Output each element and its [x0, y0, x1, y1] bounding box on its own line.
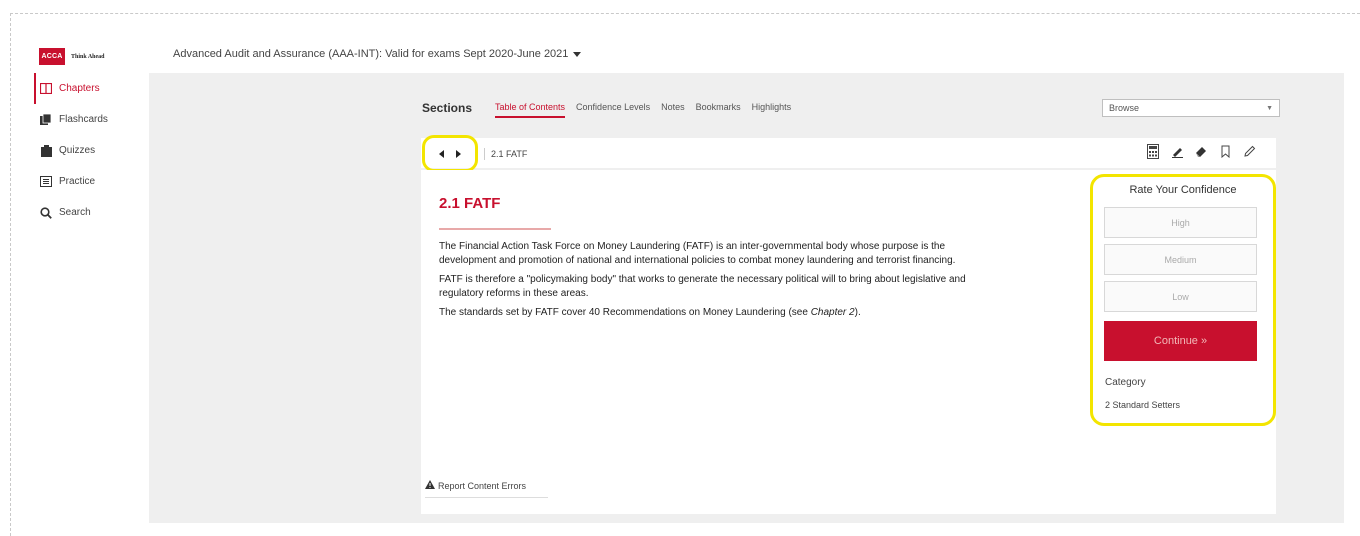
sidebar-item-label: Quizzes [59, 145, 96, 156]
toolbar-tools [1146, 143, 1256, 159]
tab-notes[interactable]: Notes [661, 102, 685, 118]
flashcards-icon [40, 114, 52, 126]
chevron-down-icon: ▼ [1266, 104, 1273, 112]
logo-tagline: Think Ahead [71, 53, 105, 60]
browse-select[interactable]: Browse ▼ [1102, 99, 1280, 117]
confidence-low-button[interactable]: Low [1104, 281, 1257, 312]
next-arrow-icon[interactable] [456, 149, 461, 158]
calculator-icon[interactable] [1146, 143, 1160, 159]
previous-arrow-icon[interactable] [439, 149, 444, 158]
course-title-dropdown[interactable]: Advanced Audit and Assurance (AAA-INT): … [173, 48, 582, 60]
book-icon [40, 83, 52, 95]
caret-down-icon [573, 51, 582, 57]
sidebar-item-label: Flashcards [59, 114, 108, 125]
search-icon [40, 206, 52, 219]
logo-badge: ACCA [39, 48, 65, 65]
eraser-icon[interactable] [1194, 143, 1208, 159]
tab-highlights[interactable]: Highlights [752, 102, 792, 118]
section-tabs: Table of Contents Confidence Levels Note… [495, 102, 791, 118]
section-body: The Financial Action Task Force on Money… [439, 240, 999, 325]
paragraph-text: The standards set by FATF cover 40 Recom… [439, 307, 811, 318]
tab-bookmarks[interactable]: Bookmarks [696, 102, 741, 118]
course-title: Advanced Audit and Assurance (AAA-INT): … [173, 48, 569, 60]
report-content-errors-link[interactable]: Report Content Errors [425, 480, 548, 498]
confidence-medium-button[interactable]: Medium [1104, 244, 1257, 275]
tab-confidence-levels[interactable]: Confidence Levels [576, 102, 650, 118]
sidebar-item-label: Practice [59, 176, 96, 187]
bookmark-icon[interactable] [1218, 143, 1232, 159]
sidebar-item-search[interactable]: Search [34, 197, 144, 228]
sidebar-item-practice[interactable]: Practice [34, 166, 144, 197]
heading-divider [439, 228, 551, 230]
paragraph: The standards set by FATF cover 40 Recom… [439, 306, 999, 320]
frame-border-top [10, 13, 1360, 14]
quiz-icon [40, 144, 52, 157]
practice-icon [40, 176, 52, 188]
paragraph-closing: ). [854, 307, 861, 318]
continue-button[interactable]: Continue » [1104, 321, 1257, 361]
sidebar-item-quizzes[interactable]: Quizzes [34, 135, 144, 166]
sections-label: Sections [422, 101, 473, 115]
paragraph: The Financial Action Task Force on Money… [439, 241, 956, 266]
breadcrumb: 2.1 FATF [484, 148, 527, 160]
report-label: Report Content Errors [438, 480, 527, 491]
sidebar-nav: Chapters Flashcards Quizzes Practice Sea… [34, 73, 144, 228]
chapter-link[interactable]: Chapter 2 [811, 307, 855, 318]
warning-icon [425, 480, 435, 491]
tab-table-of-contents[interactable]: Table of Contents [495, 102, 566, 118]
browse-select-value: Browse [1109, 103, 1140, 113]
acca-logo[interactable]: ACCA Think Ahead [39, 48, 105, 65]
sidebar-item-chapters[interactable]: Chapters [34, 73, 144, 104]
sidebar-item-label: Chapters [59, 83, 100, 94]
confidence-high-button[interactable]: High [1104, 207, 1257, 238]
frame-border-left [10, 13, 11, 536]
pencil-icon[interactable] [1242, 143, 1256, 159]
category-label: Category [1105, 377, 1146, 388]
sidebar-item-label: Search [59, 207, 91, 218]
confidence-title: Rate Your Confidence [1129, 184, 1237, 196]
category-value: 2 Standard Setters [1105, 400, 1181, 410]
highlighter-icon[interactable] [1170, 143, 1184, 159]
section-heading: 2.1 FATF [439, 195, 501, 212]
paragraph: FATF is therefore a "policymaking body" … [439, 274, 966, 299]
page-nav-arrows [422, 135, 478, 172]
sidebar-item-flashcards[interactable]: Flashcards [34, 104, 144, 135]
